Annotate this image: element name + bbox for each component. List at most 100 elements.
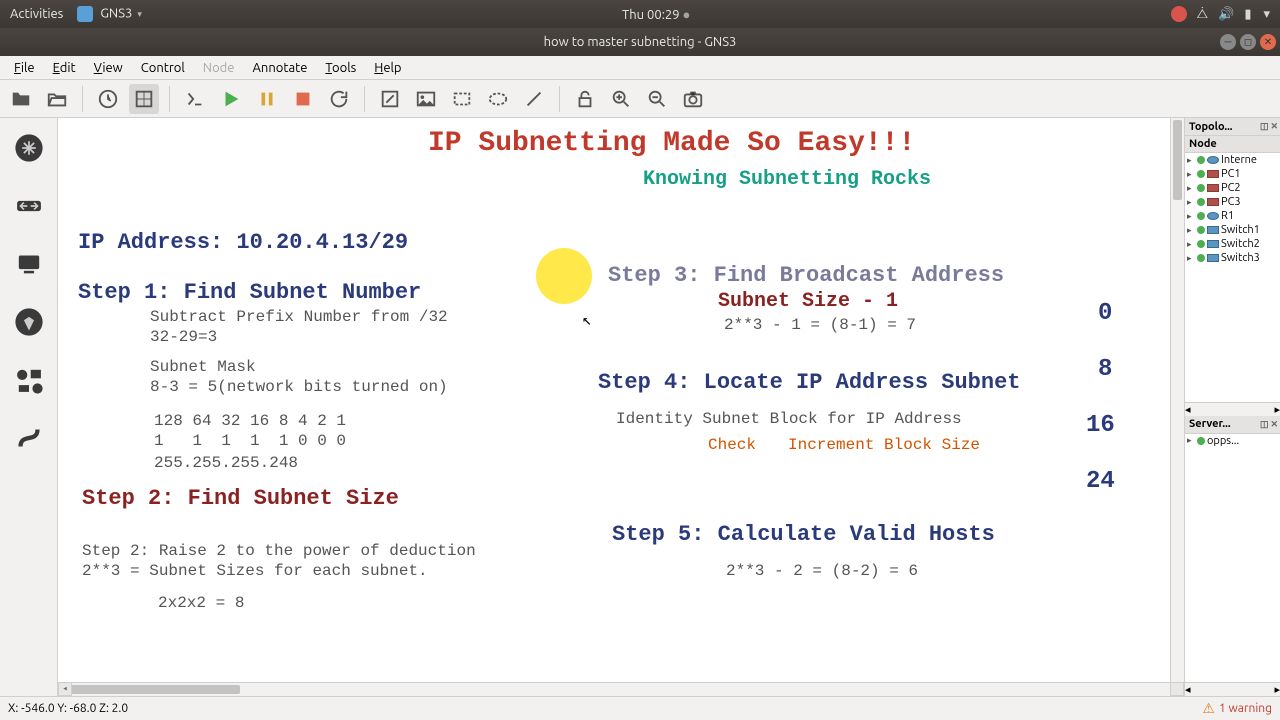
menu-control[interactable]: Control <box>133 59 193 77</box>
clock-button[interactable] <box>93 84 123 114</box>
expander-icon[interactable]: ▸ <box>1187 225 1195 236</box>
undock-icon[interactable]: ◫ <box>1260 419 1269 430</box>
link-button[interactable] <box>9 418 49 458</box>
menu-help[interactable]: Help <box>366 59 409 77</box>
zoom-out-button[interactable] <box>642 84 672 114</box>
rectangle-button[interactable] <box>447 84 477 114</box>
line-button[interactable] <box>519 84 549 114</box>
ellipse-button[interactable] <box>483 84 513 114</box>
right-dock: Topolo... ◫✕ Node ▸Interne▸PC1▸PC2▸PC3▸R… <box>1184 118 1280 696</box>
expander-icon[interactable]: ▸ <box>1187 155 1195 166</box>
screen-record-indicator-icon[interactable] <box>1171 6 1187 22</box>
topology-tree[interactable]: ▸Interne▸PC1▸PC2▸PC3▸R1▸Switch1▸Switch2▸… <box>1185 153 1280 402</box>
menu-annotate[interactable]: Annotate <box>244 59 315 77</box>
scroll-right-icon[interactable]: ▸ <box>1274 683 1280 696</box>
topology-node-row[interactable]: ▸Switch3 <box>1185 251 1280 265</box>
menu-tools[interactable]: Tools <box>317 59 364 77</box>
expander-icon[interactable]: ▸ <box>1187 169 1195 180</box>
status-coords: X: -546.0 Y: -68.0 Z: 2.0 <box>8 702 128 715</box>
new-project-button[interactable] <box>6 84 36 114</box>
node-label: PC2 <box>1221 182 1241 194</box>
step1-sub: Subtract Prefix Number from /32 <box>150 308 448 326</box>
switches-button[interactable] <box>9 186 49 226</box>
maximize-button[interactable]: ◻ <box>1240 34 1256 50</box>
scroll-left-icon[interactable]: ◂ <box>1185 683 1191 696</box>
scroll-left-icon[interactable]: ◂ <box>58 682 72 696</box>
status-warning[interactable]: ⚠ 1 warning <box>1202 700 1272 717</box>
close-panel-icon[interactable]: ✕ <box>1270 121 1278 132</box>
step2-line2: 2**3 = Subnet Sizes for each subnet. <box>82 562 428 580</box>
expander-icon[interactable]: ▸ <box>1187 183 1195 194</box>
open-project-button[interactable] <box>42 84 72 114</box>
pause-button[interactable] <box>252 84 282 114</box>
menu-edit[interactable]: Edit <box>45 59 84 77</box>
lock-button[interactable] <box>570 84 600 114</box>
scroll-left-icon[interactable]: ◂ <box>1185 403 1191 416</box>
topology-panel-header[interactable]: Topolo... ◫✕ <box>1185 118 1280 136</box>
minimize-button[interactable]: ─ <box>1220 34 1236 50</box>
topology-node-row[interactable]: ▸ PC2 <box>1185 181 1280 195</box>
expander-icon[interactable]: ▸ <box>1187 253 1195 264</box>
expander-icon[interactable]: ▸ <box>1187 435 1195 446</box>
block-24: 24 <box>1086 468 1115 495</box>
clock[interactable]: Thu 00:29 ● <box>622 8 690 22</box>
console-button[interactable] <box>180 84 210 114</box>
note-button[interactable] <box>375 84 405 114</box>
close-panel-icon[interactable]: ✕ <box>1270 419 1278 430</box>
topology-node-row[interactable]: ▸PC3 <box>1185 195 1280 209</box>
start-button[interactable] <box>216 84 246 114</box>
all-devices-button[interactable] <box>9 360 49 400</box>
topology-node-row[interactable]: ▸Switch2 <box>1185 237 1280 251</box>
topology-node-row[interactable]: ▸PC1 <box>1185 167 1280 181</box>
topology-node-row[interactable]: ▸ Switch1 <box>1185 223 1280 237</box>
network-icon[interactable]: ⧊ <box>1197 7 1209 22</box>
screenshot-button[interactable] <box>678 84 708 114</box>
scroll-right-icon[interactable]: ▸ <box>1274 403 1280 416</box>
topology-node-row[interactable]: ▸Interne <box>1185 153 1280 167</box>
status-dot-icon <box>1197 184 1205 192</box>
servers-tree[interactable]: ▸ opps... <box>1185 434 1280 683</box>
step3-calc: 2**3 - 1 = (8-1) = 7 <box>724 316 916 334</box>
highlight-circle-icon <box>536 248 592 304</box>
end-devices-button[interactable] <box>9 244 49 284</box>
expander-icon[interactable]: ▸ <box>1187 197 1195 208</box>
canvas-hscrollbar[interactable] <box>58 682 1170 696</box>
servers-panel-header[interactable]: Server... ◫✕ <box>1185 416 1280 434</box>
node-label: Switch1 <box>1221 224 1260 236</box>
volume-icon[interactable]: 🔊 <box>1218 7 1234 22</box>
chevron-down-icon[interactable]: ▾ <box>1263 7 1270 22</box>
menu-view[interactable]: View <box>86 59 131 77</box>
topology-canvas[interactable]: IP Subnetting Made So Easy!!! Knowing Su… <box>58 118 1184 696</box>
server-row[interactable]: ▸ opps... <box>1185 434 1280 448</box>
close-button[interactable]: ✕ <box>1260 34 1276 50</box>
battery-icon[interactable]: ▮ <box>1244 7 1251 22</box>
reload-button[interactable] <box>324 84 354 114</box>
menu-node: Node <box>195 59 243 77</box>
expander-icon[interactable]: ▸ <box>1187 211 1195 222</box>
step5-header: Step 5: Calculate Valid Hosts <box>612 522 995 547</box>
switch-icon <box>1207 226 1219 234</box>
canvas-vscrollbar[interactable] <box>1170 118 1184 682</box>
stop-button[interactable] <box>288 84 318 114</box>
router-icon <box>1207 212 1219 220</box>
zoom-in-button[interactable] <box>606 84 636 114</box>
status-dot-icon <box>1197 170 1205 178</box>
app-menu[interactable]: GNS3 ▾ <box>77 6 142 22</box>
grid-button[interactable] <box>129 84 159 114</box>
step1-header: Step 1: Find Subnet Number <box>78 280 421 305</box>
step4-line1: Identity Subnet Block for IP Address <box>616 410 962 428</box>
topology-node-row[interactable]: ▸ R1 <box>1185 209 1280 223</box>
monitor-icon <box>1207 170 1219 178</box>
image-button[interactable] <box>411 84 441 114</box>
activities-button[interactable]: Activities <box>10 7 63 21</box>
routers-button[interactable] <box>9 128 49 168</box>
status-dot-icon <box>1197 156 1205 164</box>
undock-icon[interactable]: ◫ <box>1260 121 1269 132</box>
main-toolbar <box>0 80 1280 118</box>
status-bar: X: -546.0 Y: -68.0 Z: 2.0 ⚠ 1 warning <box>0 696 1280 720</box>
expander-icon[interactable]: ▸ <box>1187 239 1195 250</box>
node-label: R1 <box>1221 210 1234 222</box>
warning-icon: ⚠ <box>1202 700 1215 717</box>
security-devices-button[interactable] <box>9 302 49 342</box>
menu-file[interactable]: File <box>6 59 43 77</box>
